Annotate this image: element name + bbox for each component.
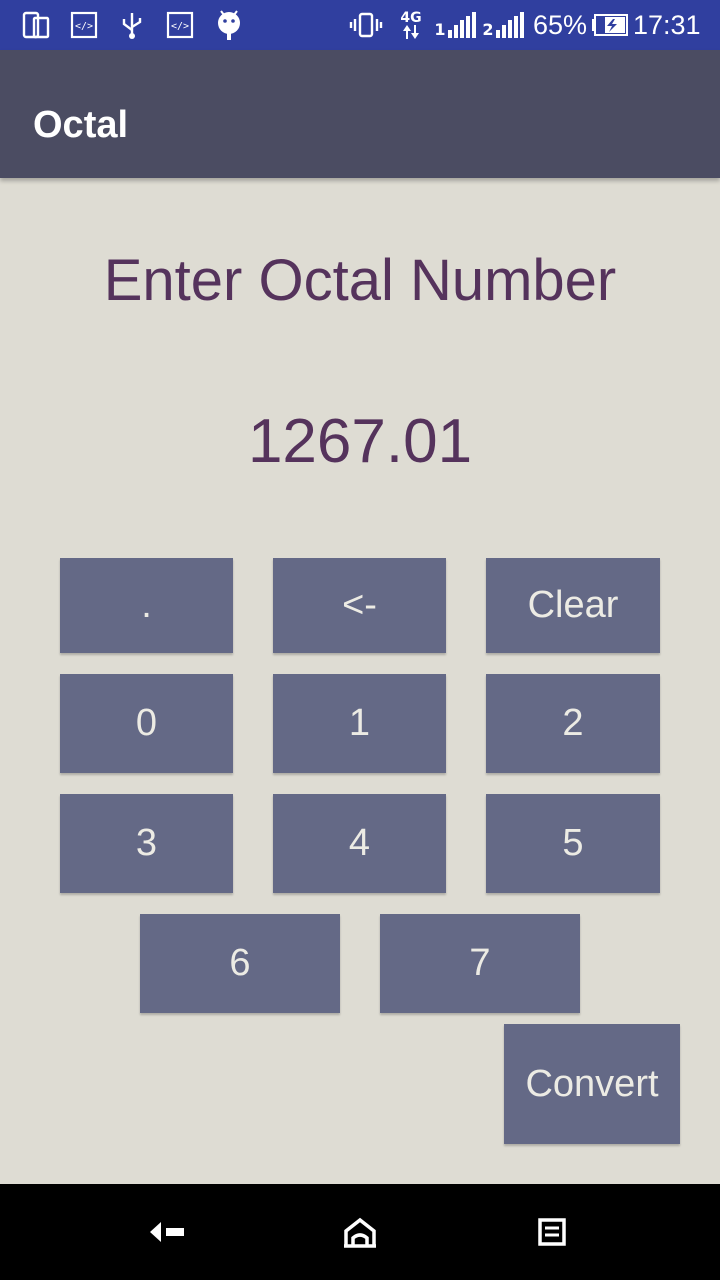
digit-1-button[interactable]: 1: [273, 674, 446, 773]
battery-charging-icon: [590, 9, 630, 41]
battery-percent: 65%: [533, 10, 588, 40]
prompt-label: Enter Octal Number: [103, 248, 617, 313]
digit-4-button[interactable]: 4: [273, 794, 446, 893]
digit-7-button[interactable]: 7: [380, 914, 580, 1013]
clear-button[interactable]: Clear: [486, 558, 660, 653]
clock: 17:31: [633, 10, 701, 40]
code-icon: </>: [69, 9, 99, 41]
convert-button[interactable]: Convert: [504, 1024, 680, 1144]
number-display: 1267.01: [247, 407, 473, 476]
digit-6-button[interactable]: 6: [140, 914, 340, 1013]
code-icon: </>: [165, 9, 195, 41]
backspace-button[interactable]: <-: [273, 558, 446, 653]
status-bar: </> </> 4G 1 2 65% 17:31: [0, 0, 720, 50]
home-icon[interactable]: [330, 1208, 390, 1256]
sim2-label: 2: [482, 20, 494, 39]
sim1-label: 1: [434, 20, 446, 39]
screen-mirror-icon: [20, 9, 52, 41]
back-icon[interactable]: [138, 1208, 198, 1256]
signal-sim2-icon: 2: [482, 9, 526, 41]
svg-text:</>: </>: [171, 21, 189, 32]
dot-button[interactable]: .: [60, 558, 233, 653]
signal-sim1-icon: 1: [434, 9, 476, 41]
navigation-bar: [0, 1184, 720, 1280]
digit-5-button[interactable]: 5: [486, 794, 660, 893]
digit-3-button[interactable]: 3: [60, 794, 233, 893]
digit-2-button[interactable]: 2: [486, 674, 660, 773]
network-4g-icon: 4G: [398, 9, 424, 41]
app-bar: Octal: [0, 50, 720, 178]
network-type-label: 4G: [400, 10, 422, 26]
vibrate-icon: [349, 9, 383, 41]
app-title: Octal: [33, 104, 129, 146]
svg-text:</>: </>: [75, 21, 93, 32]
usb-icon: [118, 9, 146, 41]
recents-icon[interactable]: [522, 1208, 582, 1256]
android-icon: [214, 9, 244, 41]
digit-0-button[interactable]: 0: [60, 674, 233, 773]
